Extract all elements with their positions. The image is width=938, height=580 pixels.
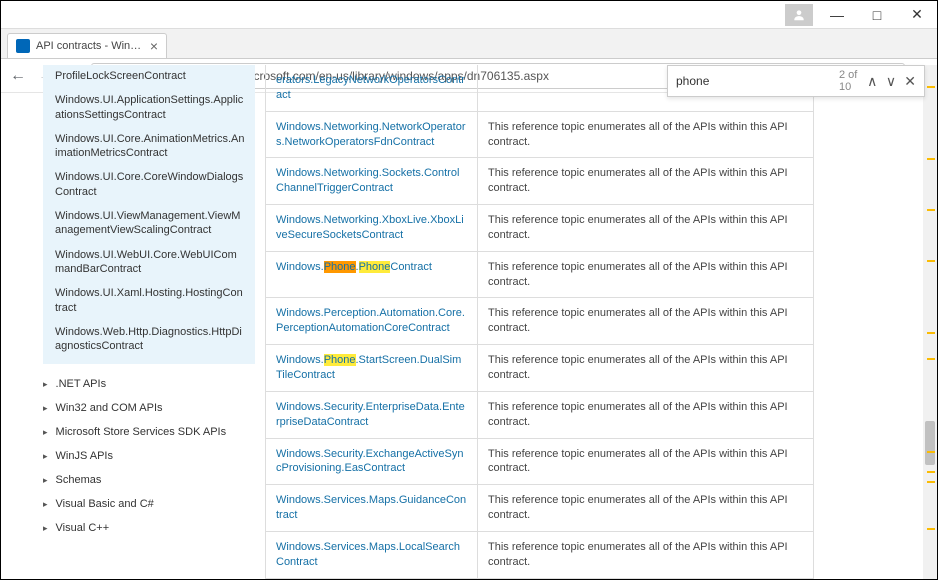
scrollbar-thumb[interactable] [925, 421, 935, 465]
nav-tree-item[interactable]: Windows.UI.WebUI.Core.WebUICommandBarCon… [51, 243, 249, 282]
contract-link-cell: Windows.Phone.StartScreen.DualSimTileCon… [266, 345, 478, 392]
window-maximize-button[interactable]: □ [857, 1, 897, 29]
contract-description: This reference topic enumerates all of t… [478, 251, 814, 298]
table-row: Windows.Networking.XboxLive.XboxLiveSecu… [266, 205, 814, 252]
contract-link[interactable]: Windows.Perception.Automation.Core.Perce… [276, 307, 465, 334]
find-prev-button[interactable]: ∧ [867, 73, 878, 90]
contract-description: This reference topic enumerates all of t… [478, 205, 814, 252]
table-row: Windows.Services.Maps.LocalSearchContrac… [266, 531, 814, 578]
find-highlight: Phone [324, 261, 356, 273]
contract-link[interactable]: Windows.Networking.NetworkOperators.Netw… [276, 121, 466, 148]
nav-section[interactable]: .NET APIs [43, 372, 255, 396]
contract-link[interactable]: Windows.Phone.PhoneContract [276, 261, 432, 273]
contract-link-cell: Windows.Services.Maps.LocalSearchContrac… [266, 531, 478, 578]
contract-link[interactable]: Windows.Phone.StartScreen.DualSimTileCon… [276, 354, 461, 381]
contract-link-cell: Windows.Services.Maps.GuidanceContract [266, 485, 478, 532]
tab-strip: API contracts - Windows × [1, 29, 937, 59]
tab-title: API contracts - Windows [36, 40, 144, 52]
nav-tree-item[interactable]: Windows.UI.ApplicationSettings.Applicati… [51, 88, 249, 127]
contract-link-cell: Windows.Perception.Automation.Core.Perce… [266, 298, 478, 345]
nav-tree-item[interactable]: Windows.UI.Xaml.Hosting.HostingContract [51, 281, 249, 320]
contract-link[interactable]: Windows.Services.Maps.LocalSearchContrac… [276, 541, 460, 568]
contract-description: This reference topic enumerates all of t… [478, 345, 814, 392]
nav-tree-item[interactable]: ProfileLockScreenContract [51, 69, 249, 88]
nav-tree: ProfileLockScreenContractWindows.UI.Appl… [43, 65, 255, 364]
contract-link-cell: Windows.Security.EnterpriseData.Enterpri… [266, 391, 478, 438]
find-close-button[interactable]: ✕ [904, 73, 916, 90]
contract-link-cell: Windows.Networking.NetworkOperators.Netw… [266, 111, 478, 158]
window-titlebar: — □ ✕ [1, 1, 937, 29]
contract-link-cell: Windows.Networking.XboxLive.XboxLiveSecu… [266, 205, 478, 252]
contract-description: This reference topic enumerates all of t… [478, 485, 814, 532]
main-panel: erators.LegacyNetworkOperatorsContract Wi… [265, 65, 937, 579]
table-row: Windows.Security.EnterpriseData.Enterpri… [266, 391, 814, 438]
contract-description: This reference topic enumerates all of t… [478, 158, 814, 205]
contract-link-cell: erators.LegacyNetworkOperatorsContract [266, 65, 478, 111]
page-content: ProfileLockScreenContractWindows.UI.Appl… [1, 65, 937, 579]
contract-description: This reference topic enumerates all of t… [478, 391, 814, 438]
nav-section[interactable]: Microsoft Store Services SDK APIs [43, 420, 255, 444]
table-row: Windows.Phone.StartScreen.DualSimTileCon… [266, 345, 814, 392]
nav-tree-item[interactable]: Windows.UI.Core.AnimationMetrics.Animati… [51, 127, 249, 166]
find-counter: 2 of 10 [839, 69, 859, 93]
contract-link[interactable]: Windows.Security.ExchangeActiveSyncProvi… [276, 448, 464, 475]
nav-sidebar: ProfileLockScreenContractWindows.UI.Appl… [1, 65, 265, 579]
table-row: Windows.Services.Maps.GuidanceContract Th… [266, 485, 814, 532]
nav-section[interactable]: Win32 and COM APIs [43, 396, 255, 420]
contract-link[interactable]: Windows.Networking.Sockets.ControlChanne… [276, 167, 459, 194]
table-row: Windows.Networking.NetworkOperators.Netw… [266, 111, 814, 158]
contract-link[interactable]: erators.LegacyNetworkOperatorsContract [276, 74, 465, 101]
table-row: Windows.Phone.PhoneContract This referenc… [266, 251, 814, 298]
find-in-page-bar: 2 of 10 ∧ ∨ ✕ [667, 65, 925, 97]
find-highlight: Phone [324, 354, 356, 366]
nav-section[interactable]: WinJS APIs [43, 444, 255, 468]
contract-description: This reference topic enumerates all of t… [478, 298, 814, 345]
find-next-button[interactable]: ∨ [886, 73, 897, 90]
contract-link-cell: Windows.Security.ExchangeActiveSyncProvi… [266, 438, 478, 485]
tab-close-icon[interactable]: × [150, 38, 158, 54]
nav-tree-item[interactable]: Windows.UI.Core.CoreWindowDialogsContrac… [51, 165, 249, 204]
find-highlight: Phone [359, 261, 391, 273]
user-avatar[interactable] [785, 4, 813, 26]
browser-tab[interactable]: API contracts - Windows × [7, 33, 167, 58]
find-input[interactable] [676, 74, 831, 88]
contract-link[interactable]: Windows.Services.Maps.GuidanceContract [276, 494, 466, 521]
vertical-scrollbar[interactable] [923, 65, 937, 579]
table-row: Windows.Security.ExchangeActiveSyncProvi… [266, 438, 814, 485]
nav-tree-item[interactable]: Windows.UI.ViewManagement.ViewManagement… [51, 204, 249, 243]
contract-link-cell: Windows.Networking.Sockets.ControlChanne… [266, 158, 478, 205]
api-contracts-table: erators.LegacyNetworkOperatorsContract Wi… [265, 65, 814, 579]
contract-link[interactable]: Windows.Networking.XboxLive.XboxLiveSecu… [276, 214, 464, 241]
nav-section[interactable]: Visual C++ [43, 516, 255, 540]
contract-link[interactable]: Windows.Security.EnterpriseData.Enterpri… [276, 401, 465, 428]
window-minimize-button[interactable]: — [817, 1, 857, 29]
table-row: Windows.Networking.Sockets.ControlChanne… [266, 158, 814, 205]
contract-description: This reference topic enumerates all of t… [478, 531, 814, 578]
favicon-icon [16, 39, 30, 53]
nav-tree-item[interactable]: Windows.Web.Http.Diagnostics.HttpDiagnos… [51, 320, 249, 359]
contract-link-cell: Windows.Phone.PhoneContract [266, 251, 478, 298]
window-close-button[interactable]: ✕ [897, 1, 937, 29]
nav-section[interactable]: Schemas [43, 468, 255, 492]
table-row: Windows.Perception.Automation.Core.Perce… [266, 298, 814, 345]
nav-section[interactable]: Visual Basic and C# [43, 492, 255, 516]
contract-description: This reference topic enumerates all of t… [478, 111, 814, 158]
contract-description: This reference topic enumerates all of t… [478, 438, 814, 485]
